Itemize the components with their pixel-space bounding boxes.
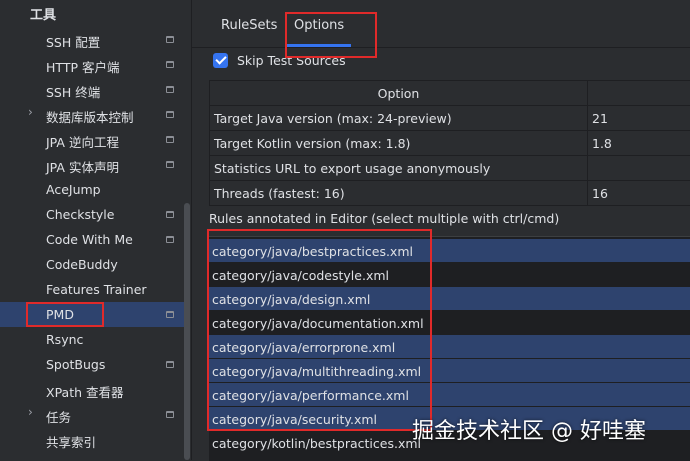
- tab-rulesets[interactable]: RuleSets: [221, 18, 277, 33]
- chevron-right-icon[interactable]: ›: [28, 105, 33, 119]
- skip-test-sources-checkbox[interactable]: [213, 53, 228, 68]
- sidebar-item-label: 数据库版本控制: [46, 107, 134, 126]
- sidebar-item-tasks[interactable]: › 任务: [0, 402, 185, 427]
- sidebar-scrollbar[interactable]: [184, 203, 190, 460]
- sidebar-item-ssh-terminal[interactable]: SSH 终端: [0, 77, 185, 102]
- annotation-box-rules: [207, 229, 432, 431]
- sidebar-item-label: SSH 终端: [46, 82, 100, 101]
- option-value-cell[interactable]: 1.8: [588, 131, 690, 156]
- sidebar-item-shared-indexes[interactable]: 共享索引: [0, 427, 185, 452]
- table-row[interactable]: Statistics URL to export usage anonymous…: [210, 156, 690, 181]
- sidebar-item-jpa-reverse[interactable]: JPA 逆向工程: [0, 127, 185, 152]
- watermark: 掘金技术社区 @ 好哇塞: [412, 413, 646, 445]
- sidebar-item-jpa-entity[interactable]: JPA 实体声明: [0, 152, 185, 177]
- table-row[interactable]: Threads (fastest: 16) 16: [210, 181, 690, 206]
- value-column-header[interactable]: [588, 81, 690, 106]
- sidebar-item-label: Features Trainer: [46, 282, 147, 297]
- page-icon: [166, 311, 174, 318]
- sidebar-divider: [191, 0, 192, 460]
- option-name-cell: Threads (fastest: 16): [210, 181, 588, 206]
- sidebar-item-label: CodeBuddy: [46, 257, 118, 272]
- tab-bar-divider: [192, 47, 690, 48]
- sidebar-header: 工具: [30, 4, 56, 23]
- table-header-row: Option: [210, 81, 690, 106]
- option-value-cell[interactable]: 21: [588, 106, 690, 131]
- sidebar-item-codebuddy[interactable]: CodeBuddy: [0, 252, 185, 277]
- chevron-right-icon[interactable]: ›: [28, 405, 33, 419]
- sidebar-item-label: Rsync: [46, 332, 83, 347]
- sidebar-item-features-trainer[interactable]: Features Trainer: [0, 277, 185, 302]
- sidebar-item-label: 共享索引: [46, 432, 96, 451]
- page-icon: [166, 361, 174, 368]
- rule-label: category/kotlin/bestpractices.xml: [212, 436, 421, 451]
- sidebar-item-db-version-control[interactable]: › 数据库版本控制: [0, 102, 185, 127]
- option-value-cell[interactable]: [588, 156, 690, 181]
- sidebar-item-label: Checkstyle: [46, 207, 114, 222]
- sidebar-item-label: XPath 查看器: [46, 382, 124, 401]
- settings-sidebar: 工具 SSH 配置 HTTP 客户端 SSH 终端 › 数据库版本控制 JPA …: [0, 0, 192, 460]
- page-icon: [166, 136, 174, 143]
- page-icon: [166, 86, 174, 93]
- sidebar-item-label: HTTP 客户端: [46, 57, 119, 76]
- page-icon: [166, 61, 174, 68]
- page-icon: [166, 111, 174, 118]
- annotation-box-pmd: [26, 302, 104, 327]
- page-icon: [166, 411, 174, 418]
- option-name-cell: Statistics URL to export usage anonymous…: [210, 156, 588, 181]
- sidebar-item-ssh-config[interactable]: SSH 配置: [0, 27, 185, 52]
- page-icon: [166, 161, 174, 168]
- sidebar-item-label: SpotBugs: [46, 357, 105, 372]
- rules-list-title: Rules annotated in Editor (select multip…: [209, 211, 559, 226]
- sidebar-item-checkstyle[interactable]: Checkstyle: [0, 202, 185, 227]
- sidebar-item-acejump[interactable]: AceJump: [0, 177, 185, 202]
- sidebar-item-label: Code With Me: [46, 232, 133, 247]
- sidebar-item-xpath-viewer[interactable]: XPath 查看器: [0, 377, 185, 402]
- sidebar-item-http-client[interactable]: HTTP 客户端: [0, 52, 185, 77]
- annotation-box-options-tab: [285, 12, 377, 58]
- page-icon: [166, 36, 174, 43]
- sidebar-item-spotbugs[interactable]: SpotBugs: [0, 352, 185, 377]
- tab-bar: RuleSets Options: [192, 0, 690, 47]
- sidebar-item-label: 任务: [46, 407, 71, 426]
- sidebar-item-code-with-me[interactable]: Code With Me: [0, 227, 185, 252]
- option-name-cell: Target Kotlin version (max: 1.8): [210, 131, 588, 156]
- sidebar-item-label: AceJump: [46, 182, 101, 197]
- sidebar-item-label: JPA 逆向工程: [46, 132, 119, 151]
- sidebar-item-label: JPA 实体声明: [46, 157, 119, 176]
- sidebar-item-rsync[interactable]: Rsync: [0, 327, 185, 352]
- page-icon: [166, 211, 174, 218]
- page-icon: [166, 236, 174, 243]
- table-row[interactable]: Target Java version (max: 24-preview) 21: [210, 106, 690, 131]
- sidebar-item-label: SSH 配置: [46, 32, 100, 51]
- option-name-cell: Target Java version (max: 24-preview): [210, 106, 588, 131]
- options-table: Option Target Java version (max: 24-prev…: [209, 80, 690, 206]
- option-value-cell[interactable]: 16: [588, 181, 690, 206]
- table-row[interactable]: Target Kotlin version (max: 1.8) 1.8: [210, 131, 690, 156]
- option-column-header[interactable]: Option: [210, 81, 588, 106]
